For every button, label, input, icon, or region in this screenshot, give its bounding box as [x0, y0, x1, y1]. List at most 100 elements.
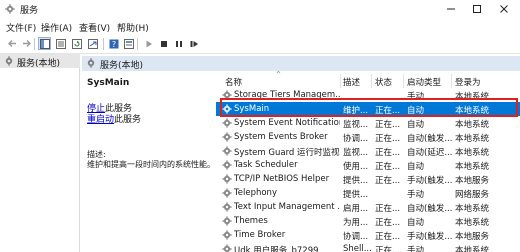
- column-header-description[interactable]: 描述: [343, 76, 360, 88]
- help-button[interactable]: ?: [107, 37, 120, 50]
- table-row[interactable]: Text Input Management ... 启用... 正在... 自动(触发…: [216, 200, 520, 214]
- service-name: Storage Tiers Managem...: [234, 90, 340, 100]
- restart-service-suffix: 此服务: [114, 115, 142, 125]
- menu-action[interactable]: 操作(A): [41, 21, 72, 34]
- column-header-name[interactable]: 名称: [225, 76, 242, 88]
- forward-arrow-icon: [23, 40, 31, 47]
- service-gear-icon: [222, 90, 232, 100]
- minimize-button[interactable]: [438, 0, 464, 18]
- service-gear-icon: [222, 244, 232, 252]
- tree-item-label: 服务(本地): [17, 59, 61, 69]
- service-name: Task Scheduler: [234, 160, 298, 170]
- service-name: Text Input Management ...: [234, 202, 340, 212]
- main-pane-header: 服务(本地): [82, 56, 520, 71]
- column-divider[interactable]: [451, 74, 452, 88]
- close-icon: [500, 5, 508, 13]
- column-divider[interactable]: [340, 74, 341, 88]
- service-gear-icon: [222, 104, 232, 114]
- export-list-icon: [87, 38, 98, 49]
- properties-icon: [123, 38, 134, 49]
- service-log-on-as: 网络服务: [455, 190, 490, 200]
- service-description: 协调...: [343, 232, 369, 242]
- details-view-button[interactable]: [54, 37, 67, 50]
- refresh-button[interactable]: [70, 37, 83, 50]
- service-status: 正在...: [375, 204, 401, 214]
- services-gear-icon: [87, 58, 95, 68]
- service-gear-icon: [222, 174, 232, 184]
- menu-file[interactable]: 文件(F): [6, 21, 36, 34]
- toolbar-separator: [137, 38, 138, 50]
- column-divider[interactable]: [371, 74, 372, 88]
- service-log-on-as: 本地服务: [455, 232, 490, 242]
- details-view-icon: [55, 38, 66, 49]
- forward-button[interactable]: [20, 37, 33, 50]
- stop-service-button[interactable]: [157, 37, 170, 50]
- table-row[interactable]: Telephony 提供... 手动 网络服务: [216, 186, 520, 200]
- service-gear-icon: [222, 132, 232, 142]
- column-divider[interactable]: [403, 74, 404, 88]
- maximize-button[interactable]: [464, 0, 490, 18]
- service-log-on-as: 本地系统: [455, 162, 490, 172]
- pause-service-button[interactable]: [172, 37, 185, 50]
- column-header-status[interactable]: 状态: [375, 76, 392, 88]
- services-list: ^ 名称 描述 状态 启动类型 登录为 Storage Tiers Manage…: [216, 71, 520, 252]
- table-row[interactable]: System Guard 运行时监视... 监视... 正在... 自动(延迟... 本…: [216, 144, 520, 158]
- service-details-pane: SysMain 停止此服务 重启动此服务 描述: 维护和提高一段时间内的系统性能…: [82, 71, 215, 252]
- service-name: SysMain: [234, 104, 270, 114]
- service-log-on-as: 本地系统: [455, 134, 490, 144]
- list-header: 名称 描述 状态 启动类型 登录为: [216, 74, 520, 88]
- service-name: Udk 用户服务_b7299: [234, 246, 319, 252]
- service-status: 正在...: [375, 134, 401, 144]
- table-row[interactable]: Task Scheduler 使用... 正在... 自动 本地系统: [216, 158, 520, 172]
- description-text: 维护和提高一段时间内的系统性能。: [87, 160, 215, 169]
- close-button[interactable]: [491, 0, 517, 18]
- column-header-log-on-as[interactable]: 登录为: [455, 76, 481, 88]
- service-startup-type: 自动: [407, 120, 425, 130]
- service-gear-icon: [222, 188, 232, 198]
- window-title: 服务: [20, 6, 39, 16]
- service-name: TCP/IP NetBIOS Helper: [234, 174, 330, 184]
- restart-icon: [190, 40, 198, 47]
- table-row-selected[interactable]: SysMain 维护... 正在... 自动 本地系统: [216, 102, 520, 116]
- table-row[interactable]: TCP/IP NetBIOS Helper 提供... 正在... 手动(触发... 本…: [216, 172, 520, 186]
- service-gear-icon: [222, 118, 232, 128]
- back-button[interactable]: [6, 37, 19, 50]
- pause-icon: [175, 40, 182, 47]
- toolbar: ?: [0, 34, 520, 54]
- service-startup-type: 自动: [407, 162, 425, 172]
- service-description: 使用...: [343, 162, 369, 172]
- service-description: 为用...: [343, 218, 369, 228]
- table-row[interactable]: Themes 为用... 正在... 自动 本地系统: [216, 214, 520, 228]
- restart-service-button[interactable]: [187, 37, 200, 50]
- services-gear-icon: [5, 4, 15, 14]
- minimize-icon: [447, 8, 455, 10]
- service-startup-type: 手动: [407, 246, 425, 252]
- service-startup-type: 手动(触发...: [407, 176, 452, 186]
- menu-help[interactable]: 帮助(H): [117, 21, 149, 34]
- service-description: 监视...: [343, 120, 369, 130]
- restart-service-link[interactable]: 重启动: [87, 115, 114, 125]
- table-row[interactable]: Udk 用户服务_b7299 Shell... 正在... 手动 本地系统: [216, 242, 520, 252]
- svg-text:?: ?: [111, 40, 115, 49]
- table-row[interactable]: Time Broker 协调... 正在... 手动(触发... 本地服务: [216, 228, 520, 242]
- main-header-label: 服务(本地): [100, 61, 144, 71]
- service-log-on-as: 本地系统: [455, 218, 490, 228]
- service-name: System Guard 运行时监视...: [234, 148, 340, 158]
- tree-item-services-local[interactable]: 服务(本地): [0, 54, 80, 69]
- table-row[interactable]: System Events Broker 协调... 正在... 自动(触发... 本地…: [216, 130, 520, 144]
- maximize-icon: [473, 5, 481, 13]
- export-list-button[interactable]: [86, 37, 99, 50]
- restart-service-action: 重启动此服务: [87, 112, 141, 125]
- menu-view[interactable]: 查看(V): [79, 21, 110, 34]
- properties-button[interactable]: [122, 37, 135, 50]
- table-row[interactable]: Storage Tiers Managem... 手动 本地系统: [216, 88, 520, 102]
- service-log-on-as: 本地系统: [455, 148, 490, 158]
- service-log-on-as: 本地系统: [455, 204, 490, 214]
- show-console-tree-button[interactable]: [38, 37, 51, 50]
- table-row[interactable]: System Event Notification...监视... 正在... 自动…: [216, 116, 520, 130]
- start-service-button[interactable]: [142, 37, 155, 50]
- service-startup-type: 手动: [407, 92, 425, 102]
- column-header-startup-type[interactable]: 启动类型: [407, 76, 441, 88]
- services-gear-icon: [5, 56, 13, 66]
- service-gear-icon: [222, 216, 232, 226]
